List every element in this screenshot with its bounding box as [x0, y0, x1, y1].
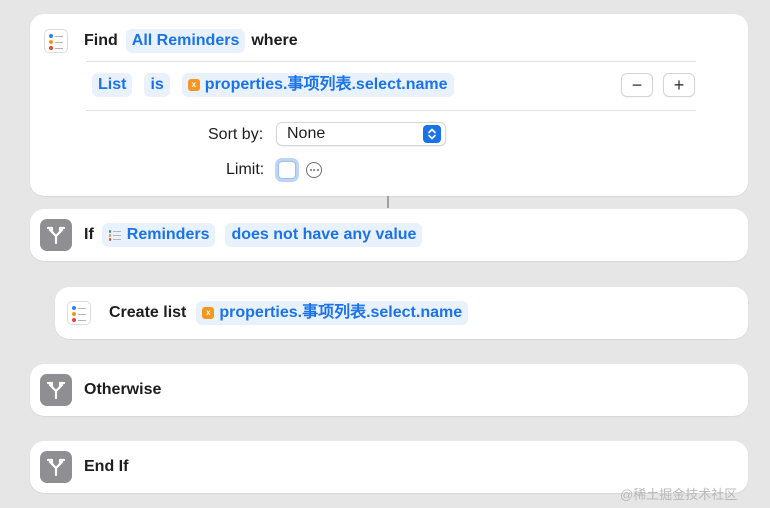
if-row: If Reminders does not have any value [40, 219, 423, 251]
find-header: Find All Reminders where [44, 29, 298, 53]
limit-label: Limit: [226, 161, 265, 178]
if-condition-token[interactable]: does not have any value [225, 223, 423, 247]
sort-by-label: Sort by: [208, 126, 264, 143]
watermark: @稀土掘金技术社区 [620, 487, 738, 502]
sort-by-select[interactable]: None [276, 122, 446, 146]
reminders-list-icon [67, 301, 91, 325]
end-if-row: End If [40, 451, 128, 483]
divider [86, 110, 696, 111]
limit-checkbox[interactable] [278, 161, 296, 179]
sort-by-value: None [287, 125, 326, 142]
filter-value-token[interactable]: x properties.事项列表.select.name [181, 73, 454, 97]
where-label: where [251, 32, 298, 49]
filter-row: List is x properties.事项列表.select.name [92, 73, 454, 97]
if-label: If [84, 226, 94, 243]
plus-icon: + [673, 75, 685, 95]
connector-line [387, 196, 389, 208]
more-icon[interactable] [306, 162, 322, 178]
otherwise-action[interactable]: Otherwise [30, 364, 748, 416]
entity-token[interactable]: All Reminders [125, 29, 246, 53]
if-input-token[interactable]: Reminders [101, 223, 216, 247]
create-list-value-text: properties.事项列表.select.name [219, 304, 463, 321]
create-list-value-token[interactable]: x properties.事项列表.select.name [196, 301, 469, 325]
if-input-text: Reminders [126, 226, 210, 243]
chevron-updown-icon [423, 125, 441, 143]
create-list-action[interactable]: Create list x properties.事项列表.select.nam… [55, 287, 748, 339]
minus-icon: − [631, 75, 643, 95]
if-action[interactable]: If Reminders does not have any value [30, 209, 748, 261]
find-label: Find [84, 32, 118, 49]
remove-filter-button[interactable]: − [621, 73, 653, 97]
reminders-list-icon [108, 228, 122, 242]
filter-value-text: properties.事项列表.select.name [204, 76, 448, 93]
filter-field-token[interactable]: List [92, 73, 133, 97]
branch-icon [40, 219, 72, 251]
find-reminders-action[interactable]: Find All Reminders where List is x prope… [30, 14, 748, 196]
add-filter-button[interactable]: + [663, 73, 695, 97]
create-list-row: Create list x properties.事项列表.select.nam… [67, 301, 469, 325]
create-list-label: Create list [109, 304, 187, 321]
variable-icon: x [187, 79, 200, 91]
end-if-label: End If [84, 458, 129, 475]
divider [86, 61, 696, 62]
variable-icon: x [202, 307, 215, 319]
branch-icon [40, 374, 72, 406]
branch-icon [40, 451, 72, 483]
otherwise-label: Otherwise [84, 381, 162, 398]
filter-operator-token[interactable]: is [144, 73, 170, 97]
otherwise-row: Otherwise [40, 374, 161, 406]
reminders-list-icon [44, 29, 68, 53]
